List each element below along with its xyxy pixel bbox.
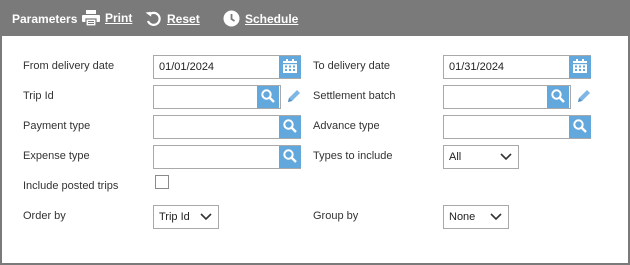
group-by-select[interactable]: None [443,205,509,229]
payment-type-search-button[interactable] [279,116,301,138]
printer-icon [82,10,100,26]
include-posted-trips-checkbox[interactable] [155,175,169,189]
trip-id-edit-button[interactable] [285,88,303,106]
settlement-batch-edit-button[interactable] [575,88,593,106]
order-by-select[interactable]: Trip Id [153,205,219,229]
types-to-include-label: Types to include [313,150,393,162]
reset-label: Reset [167,11,200,26]
advance-type-search-button[interactable] [569,116,591,138]
schedule-label: Schedule [245,11,299,26]
chevron-down-icon [490,212,502,225]
order-by-value: Trip Id [159,211,190,223]
print-button[interactable]: Print [82,10,132,26]
from-delivery-date-value: 01/01/2024 [159,61,215,73]
advance-type-label: Advance type [313,120,380,132]
search-icon [283,148,297,166]
toolbar: Parameters Print Reset Schedule [2,2,628,36]
pencil-icon [576,88,592,107]
trip-id-label: Trip Id [23,90,54,102]
group-by-value: None [449,211,476,223]
trip-id-search-button[interactable] [257,86,279,108]
search-icon [573,118,587,136]
print-label: Print [105,11,133,25]
search-icon [551,88,565,106]
settlement-batch-label: Settlement batch [313,90,396,102]
parameters-panel: Parameters Print Reset Schedule From del… [0,0,630,265]
undo-icon [145,10,162,27]
reset-button[interactable]: Reset [145,10,200,27]
calendar-icon [283,58,297,76]
pencil-icon [286,88,302,107]
clock-icon [223,10,240,27]
search-icon [261,88,275,106]
expense-type-label: Expense type [23,150,90,162]
to-delivery-date-label: To delivery date [313,60,391,72]
types-to-include-value: All [449,151,462,163]
types-to-include-select[interactable]: All [443,145,519,169]
settlement-batch-search-button[interactable] [547,86,569,108]
to-date-calendar-button[interactable] [569,56,591,78]
chevron-down-icon [500,152,512,165]
order-by-label: Order by [23,210,66,222]
schedule-button[interactable]: Schedule [223,10,298,27]
toolbar-title: Parameters [12,12,78,26]
from-date-calendar-button[interactable] [279,56,301,78]
expense-type-search-button[interactable] [279,146,301,168]
chevron-down-icon [200,212,212,225]
group-by-label: Group by [313,210,359,222]
payment-type-label: Payment type [23,120,91,132]
include-posted-trips-label: Include posted trips [23,180,119,192]
from-delivery-date-label: From delivery date [23,60,115,72]
to-delivery-date-value: 01/31/2024 [449,61,505,73]
calendar-icon [573,58,587,76]
search-icon [283,118,297,136]
